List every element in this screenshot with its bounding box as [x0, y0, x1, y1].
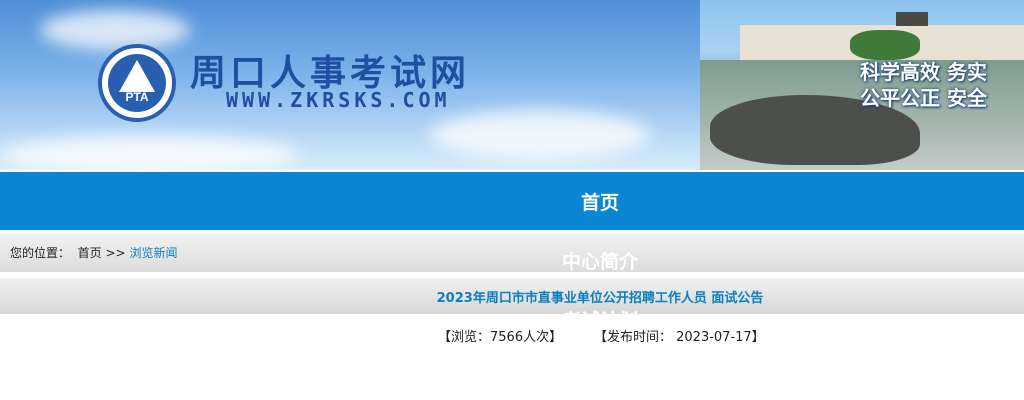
cloud-decoration	[40, 10, 190, 50]
pavilion-roof	[896, 12, 928, 26]
logo-emblem: PTA	[108, 54, 166, 112]
slogan-line-2: 公平公正 安全	[860, 86, 987, 110]
slogan-line-1: 科学高效 务实	[860, 60, 987, 84]
nav-home[interactable]: 首页	[0, 188, 1024, 215]
site-banner: PTA 周口人事考试网 WWW.ZKRSKS.COM 科学高效 务实 公平公正 …	[0, 0, 1024, 170]
publish-date: 【发布时间： 2023-07-17】	[594, 330, 765, 345]
banner-photo: 科学高效 务实 公平公正 安全	[700, 0, 1024, 170]
cloud-decoration	[430, 110, 650, 160]
logo-text: PTA	[125, 90, 149, 104]
view-count: 【浏览：7566人次】	[438, 330, 563, 345]
logo-mountain-icon	[119, 60, 155, 92]
main-nav: 首页	[0, 172, 1024, 230]
nav-about[interactable]: 中心简介	[0, 247, 1024, 274]
article-title: 2023年周口市市直事业单位公开招聘工作人员 面试公告	[436, 291, 764, 306]
nav-exam-plan[interactable]: 考试计划	[0, 306, 1024, 316]
site-logo[interactable]: PTA	[98, 44, 176, 122]
cloud-decoration	[0, 135, 300, 170]
site-url: WWW.ZKRSKS.COM	[226, 88, 451, 112]
